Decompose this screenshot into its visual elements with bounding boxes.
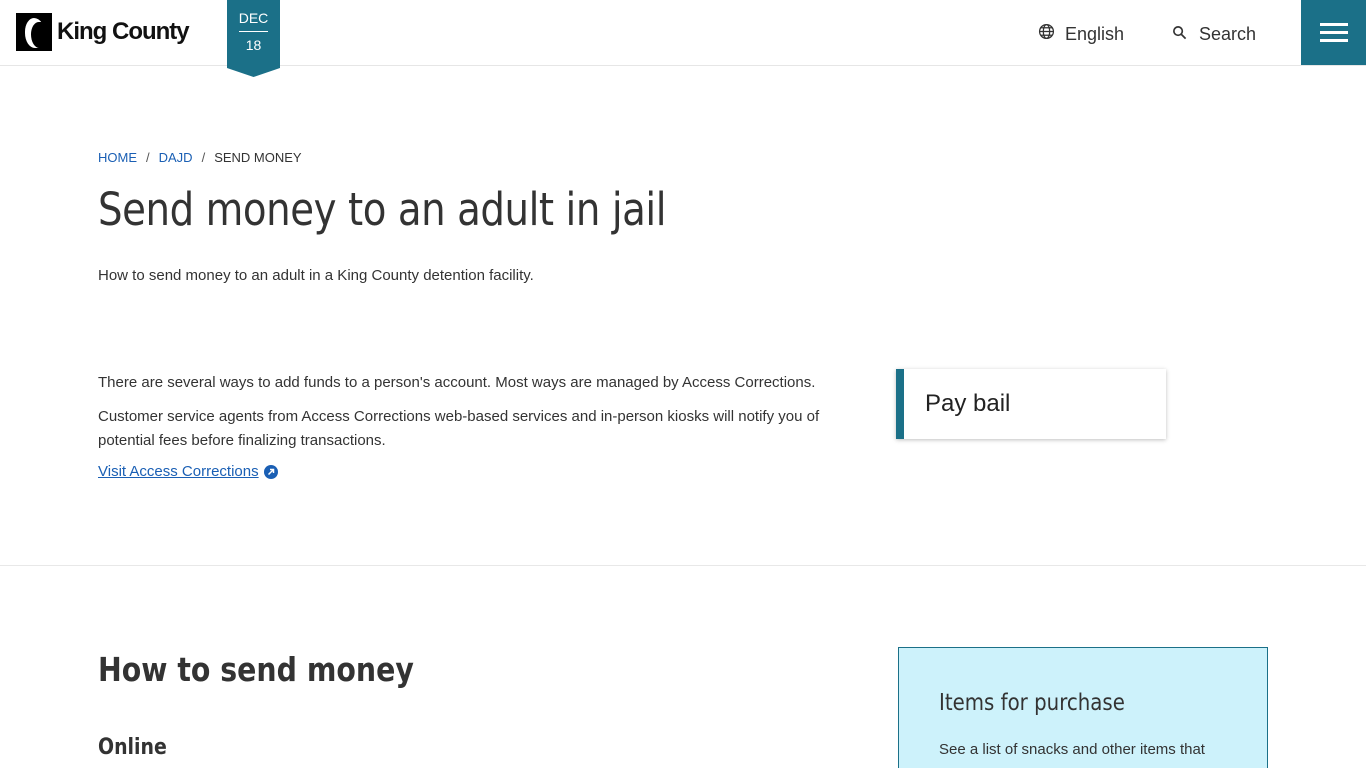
king-county-logo-mark bbox=[16, 13, 52, 51]
section-subheading: Online bbox=[98, 735, 167, 760]
site-header: King County DEC 18 English Search bbox=[0, 0, 1366, 77]
aside-title: Items for purchase bbox=[939, 690, 1125, 716]
breadcrumb-current: SEND MONEY bbox=[214, 150, 302, 165]
date-day: 18 bbox=[245, 37, 262, 53]
breadcrumb-home[interactable]: HOME bbox=[98, 150, 137, 165]
search-button[interactable]: Search bbox=[1172, 22, 1256, 46]
intro-paragraph-2: Customer service agents from Access Corr… bbox=[98, 408, 820, 449]
pay-bail-label: Pay bail bbox=[925, 390, 1011, 417]
language-selector[interactable]: English bbox=[1038, 22, 1124, 46]
search-label: Search bbox=[1199, 23, 1257, 44]
external-link-icon bbox=[263, 464, 278, 479]
date-badge: DEC 18 bbox=[227, 0, 280, 77]
globe-icon bbox=[1038, 23, 1065, 45]
pay-bail-card[interactable]: Pay bail bbox=[896, 369, 1166, 439]
language-label: English bbox=[1065, 23, 1125, 44]
access-corrections-link[interactable]: Visit Access Corrections bbox=[98, 463, 278, 480]
page-lede: How to send money to an adult in a King … bbox=[98, 267, 534, 284]
search-icon bbox=[1172, 24, 1199, 45]
king-county-logo[interactable]: King County bbox=[16, 13, 190, 51]
access-corrections-link-label: Visit Access Corrections bbox=[98, 463, 259, 480]
items-for-purchase-box: Items for purchase See a list of snacks … bbox=[898, 647, 1268, 768]
intro-text: There are several ways to add funds to a… bbox=[98, 371, 838, 463]
logo-text: King County bbox=[57, 18, 190, 45]
section-divider bbox=[0, 565, 1366, 566]
page-title: Send money to an adult in jail bbox=[98, 183, 667, 236]
aside-text: See a list of snacks and other items tha… bbox=[939, 741, 1205, 758]
menu-icon bbox=[1319, 23, 1348, 26]
section-heading: How to send money bbox=[98, 650, 414, 689]
breadcrumb-dajd[interactable]: DAJD bbox=[159, 150, 193, 165]
date-month: DEC bbox=[238, 10, 269, 26]
intro-paragraph-1: There are several ways to add funds to a… bbox=[98, 374, 816, 391]
breadcrumb: HOME / DAJD / SEND MONEY bbox=[98, 150, 302, 165]
menu-button[interactable] bbox=[1301, 0, 1366, 65]
